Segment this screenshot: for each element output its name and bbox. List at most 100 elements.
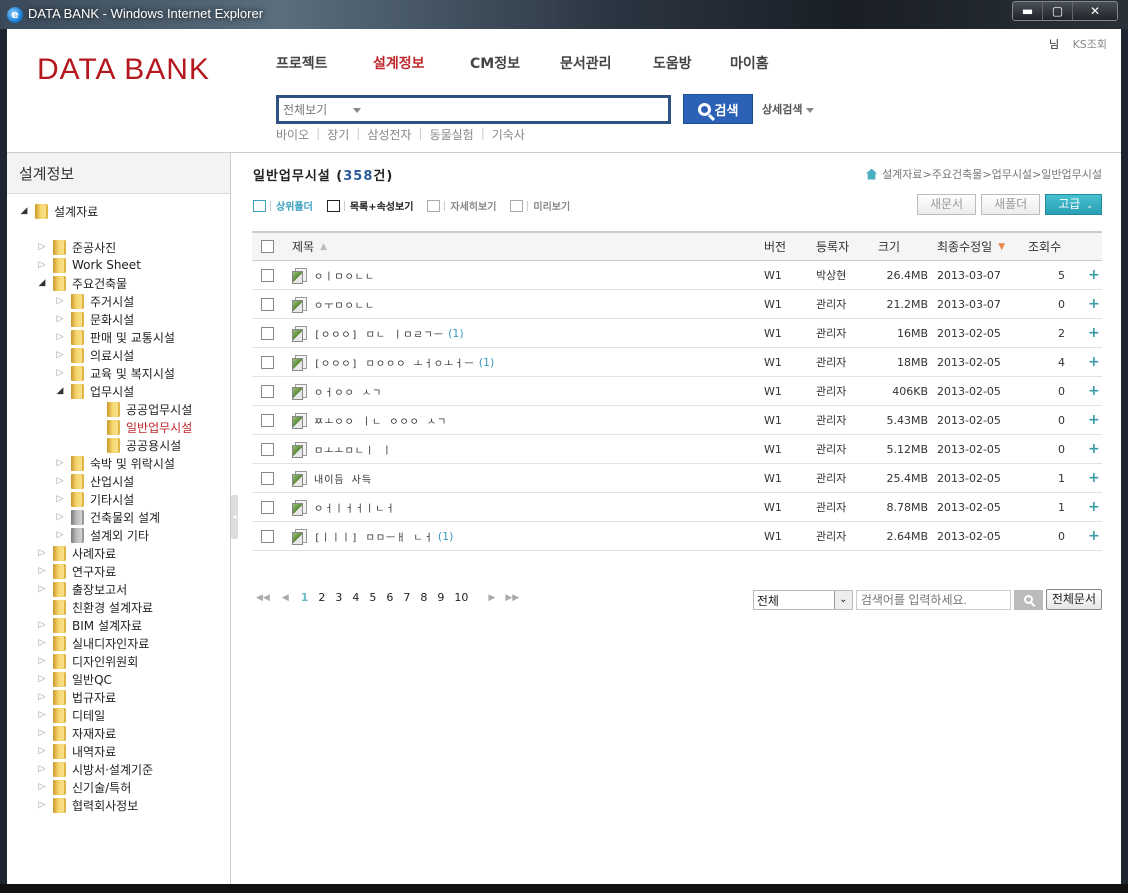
tree-node[interactable]: ▷ 내역자료 [37, 742, 116, 760]
table-row[interactable]: [ㅇㅇㅇ] ㅁㄴ ㅣㅁㄹㄱㅡ (1) W1 관리자 16MB 2013-02-05 2 + [252, 319, 1102, 348]
page-link[interactable]: 5 [369, 591, 376, 604]
collapse-icon[interactable]: ◢ [19, 206, 29, 216]
row-checkbox[interactable] [261, 297, 274, 311]
advanced-search-toggle[interactable]: 상세검색 [762, 101, 815, 117]
row-checkbox[interactable] [261, 413, 274, 427]
row-checkbox[interactable] [261, 355, 274, 369]
nav-item[interactable]: CM정보 [470, 53, 520, 73]
tree-node[interactable]: ▷ 디자인위원회 [37, 652, 138, 670]
expand-icon[interactable]: ▷ [37, 782, 47, 792]
keyword-link[interactable]: 바이오 [276, 126, 309, 143]
table-row[interactable]: ㅇㅓㅣㅓㅓㅣㄴㅓ W1 관리자 8.78MB 2013-02-05 1 + [252, 493, 1102, 522]
table-row[interactable]: 내이듬 사득 W1 관리자 25.4MB 2013-02-05 1 + [252, 464, 1102, 493]
expand-icon[interactable]: ▷ [37, 656, 47, 666]
expand-icon[interactable]: ▷ [37, 746, 47, 756]
bottom-search-scope-select[interactable]: 전체 ⌄ [752, 589, 853, 610]
expand-icon[interactable]: ▷ [55, 494, 65, 504]
bottom-search-button[interactable] [1013, 589, 1043, 610]
tree-node[interactable]: ▷ 신기술/특허 [37, 778, 131, 796]
page-link[interactable]: 9 [437, 591, 444, 604]
expand-icon[interactable]: ▷ [37, 692, 47, 702]
chevron-down-icon[interactable] [353, 108, 361, 113]
page-link[interactable]: 1 [301, 591, 309, 604]
expand-icon[interactable]: ▷ [37, 566, 47, 576]
expand-icon[interactable]: ▷ [55, 458, 65, 468]
expand-icon[interactable]: ▷ [55, 314, 65, 324]
tree-node[interactable]: ▷ 기타시설 [55, 490, 134, 508]
expand-icon[interactable]: ▷ [37, 548, 47, 558]
toolbar-preview[interactable]: 미리보기 [510, 198, 570, 213]
expand-icon[interactable]: ▷ [55, 350, 65, 360]
tree-node[interactable]: ▷ 준공사진 [37, 238, 116, 256]
table-row[interactable]: [ㅇㅇㅇ] ㅁㅇㅇㅇ ㅗㅓㅇㅗㅓㅡ (1) W1 관리자 18MB 2013-02-05 4… [252, 348, 1102, 377]
tree-node[interactable]: ▷ 주거시설 [55, 292, 134, 310]
tree-node[interactable]: 친환경 설계자료 [37, 598, 153, 616]
table-row[interactable]: ㅉㅗㅇㅇ ㅣㄴ ㅇㅇㅇ ㅅㄱ W1 관리자 5.43MB 2013-02-05 0 + [252, 406, 1102, 435]
document-title[interactable]: ㅉㅗㅇㅇ ㅣㄴ ㅇㅇㅇ ㅅㄱ [314, 413, 447, 428]
tree-node[interactable]: ▷ 건축물외 설계 [55, 508, 160, 526]
attachment-count[interactable]: (1) [479, 356, 495, 369]
tree-node[interactable]: ▷ 법규자료 [37, 688, 116, 706]
row-checkbox[interactable] [261, 384, 274, 398]
expand-icon[interactable]: ▷ [55, 512, 65, 522]
col-modified[interactable]: 최종수정일 ▼ [937, 233, 1005, 260]
nav-item[interactable]: 마이홈 [730, 53, 769, 73]
document-title[interactable]: ㅇㅣㅁㅇㄴㄴ [314, 268, 375, 283]
title-cell[interactable]: [ㅇㅇㅇ] ㅁㄴ ㅣㅁㄹㄱㅡ (1) [292, 319, 464, 347]
tree-node[interactable]: ▷ 실내디자인자료 [37, 634, 149, 652]
tree-node[interactable]: ▷ 연구자료 [37, 562, 116, 580]
page-link[interactable]: 3 [335, 591, 342, 604]
minimize-button[interactable]: ▬ [1013, 2, 1043, 20]
expand-icon[interactable]: ▷ [37, 800, 47, 810]
row-checkbox[interactable] [261, 442, 274, 456]
ks-lookup-link[interactable]: KS조회 [1073, 38, 1107, 51]
plus-icon[interactable]: + [1088, 435, 1100, 463]
tree-node[interactable]: ▷ 문화시설 [55, 310, 134, 328]
tree-node[interactable]: ▷ 시방서·설계기준 [37, 760, 153, 778]
tree-node[interactable]: ▷ 일반QC [37, 670, 112, 688]
bottom-search-input[interactable] [855, 589, 1011, 610]
tree-node[interactable]: ▷ 판매 및 교통시설 [55, 328, 175, 346]
expand-icon[interactable]: ▷ [55, 296, 65, 306]
search-button[interactable]: 검색 [683, 94, 753, 124]
prev-page-icon[interactable]: ◀ [282, 593, 289, 603]
tree-node[interactable]: ▷ 교육 및 복지시설 [55, 364, 175, 382]
tree-node[interactable]: 공공업무시설 [91, 400, 192, 418]
tree-node[interactable]: ▷ Work Sheet [37, 256, 141, 274]
title-cell[interactable]: ㅁㅗㅗㅁㄴㅣ ㅣ [292, 435, 392, 463]
tree-node[interactable]: ▷ 의료시설 [55, 346, 134, 364]
page-link[interactable]: 2 [318, 591, 325, 604]
expand-icon[interactable]: ▷ [55, 530, 65, 540]
last-page-icon[interactable]: ▶▶ [505, 593, 519, 603]
toolbar-list-properties[interactable]: 목록+속성보기 [326, 198, 413, 213]
site-logo[interactable]: DATA BANK [37, 53, 210, 87]
document-title[interactable]: ㅇㅓㅇㅇ ㅅㄱ [314, 384, 382, 399]
keyword-link[interactable]: 삼성전자 [367, 126, 411, 143]
row-checkbox[interactable] [261, 268, 274, 282]
tree-node[interactable]: ▷ 출장보고서 [37, 580, 127, 598]
all-documents-button[interactable]: 전체문서 [1045, 589, 1102, 610]
expand-icon[interactable]: ▷ [55, 332, 65, 342]
expand-icon[interactable]: ▷ [37, 674, 47, 684]
nav-item[interactable]: 프로젝트 [276, 53, 328, 73]
collapse-icon[interactable]: ◢ [37, 278, 47, 288]
tree-node[interactable]: ▷ 협력회사정보 [37, 796, 138, 814]
expand-icon[interactable]: ▷ [37, 620, 47, 630]
search-input[interactable] [369, 99, 664, 120]
row-checkbox[interactable] [261, 471, 274, 485]
search-scope-select[interactable]: 전체보기 [283, 101, 327, 118]
next-page-icon[interactable]: ▶ [488, 593, 495, 603]
nav-item[interactable]: 도움방 [653, 53, 692, 73]
attachment-count[interactable]: (1) [448, 327, 464, 340]
tree-node[interactable]: ▷ 디테일 [37, 706, 105, 724]
expand-icon[interactable]: ▷ [37, 710, 47, 720]
plus-icon[interactable]: + [1088, 522, 1100, 550]
row-checkbox[interactable] [261, 529, 274, 543]
document-title[interactable]: [ㅇㅇㅇ] ㅁㄴ ㅣㅁㄹㄱㅡ [314, 326, 444, 341]
tree-node[interactable]: ▷ 설계외 기타 [55, 526, 149, 544]
first-page-icon[interactable]: ◀◀ [256, 593, 270, 603]
sidebar-collapse-handle[interactable]: ◂ [231, 495, 238, 539]
tree-node[interactable]: ◢ 설계자료 [19, 202, 98, 220]
toolbar-detail-view[interactable]: 자세히보기 [427, 198, 496, 213]
toolbar-folder-up[interactable]: 상위폴더 [253, 198, 313, 213]
